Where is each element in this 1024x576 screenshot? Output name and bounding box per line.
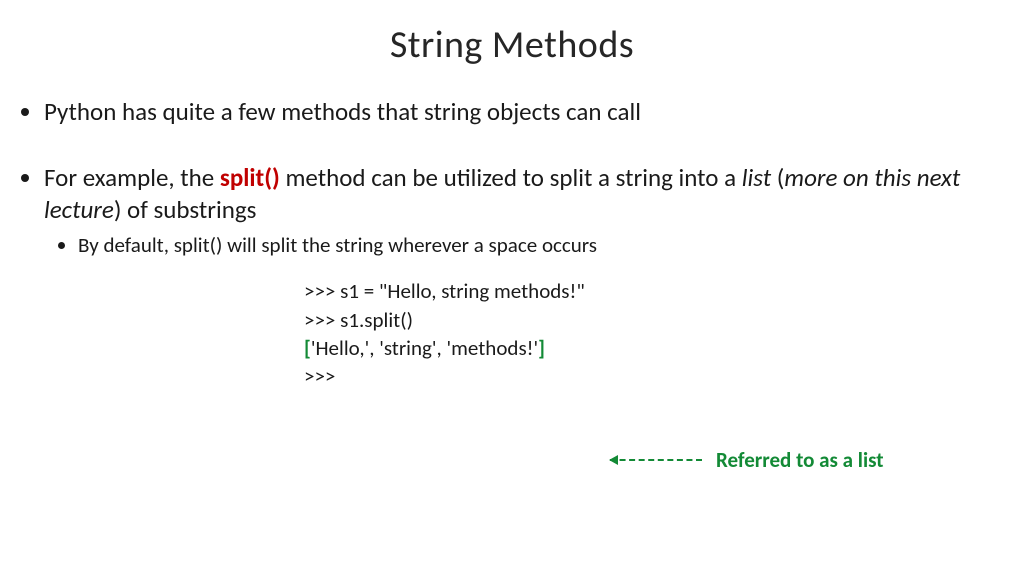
bullet-2-mid: method can be utilized to split a string… (280, 162, 742, 193)
code-line-2: >>> s1.split() (304, 306, 1024, 334)
code-line-4: >>> (304, 362, 1024, 390)
sub-bullet-list: By default, split() will split the strin… (44, 232, 996, 259)
list-open-bracket: [ (304, 335, 311, 361)
list-contents: 'Hello,', 'string', 'methods!' (311, 335, 538, 361)
bullet-list: Python has quite a few methods that stri… (8, 96, 996, 259)
list-close-bracket: ] (538, 335, 545, 361)
code-line-3: ['Hello,', 'string', 'methods!'] (304, 334, 1024, 362)
slide: String Methods Python has quite a few me… (0, 22, 1024, 576)
sub-bullet-1: By default, split() will split the strin… (78, 232, 996, 259)
bullet-point-1: Python has quite a few methods that stri… (44, 96, 996, 128)
split-keyword: split() (220, 162, 280, 193)
paren-open: ( (771, 162, 784, 193)
code-line-1: >>> s1 = "Hello, string methods!" (304, 277, 1024, 305)
annotation: Referred to as a list (610, 447, 884, 473)
code-example: >>> s1 = "Hello, string methods!" >>> s1… (304, 277, 1024, 390)
bullet-point-2: For example, the split() method can be u… (44, 162, 996, 259)
list-word: list (742, 162, 771, 193)
annotation-text: Referred to as a list (716, 447, 884, 473)
bullet-1-text: Python has quite a few methods that stri… (44, 96, 641, 127)
paren-close: ) of substrings (114, 194, 257, 225)
sub-bullet-text: By default, split() will split the strin… (78, 232, 597, 258)
slide-title: String Methods (0, 22, 1024, 68)
bullet-2-pre: For example, the (44, 162, 220, 193)
arrow-icon (610, 459, 702, 461)
